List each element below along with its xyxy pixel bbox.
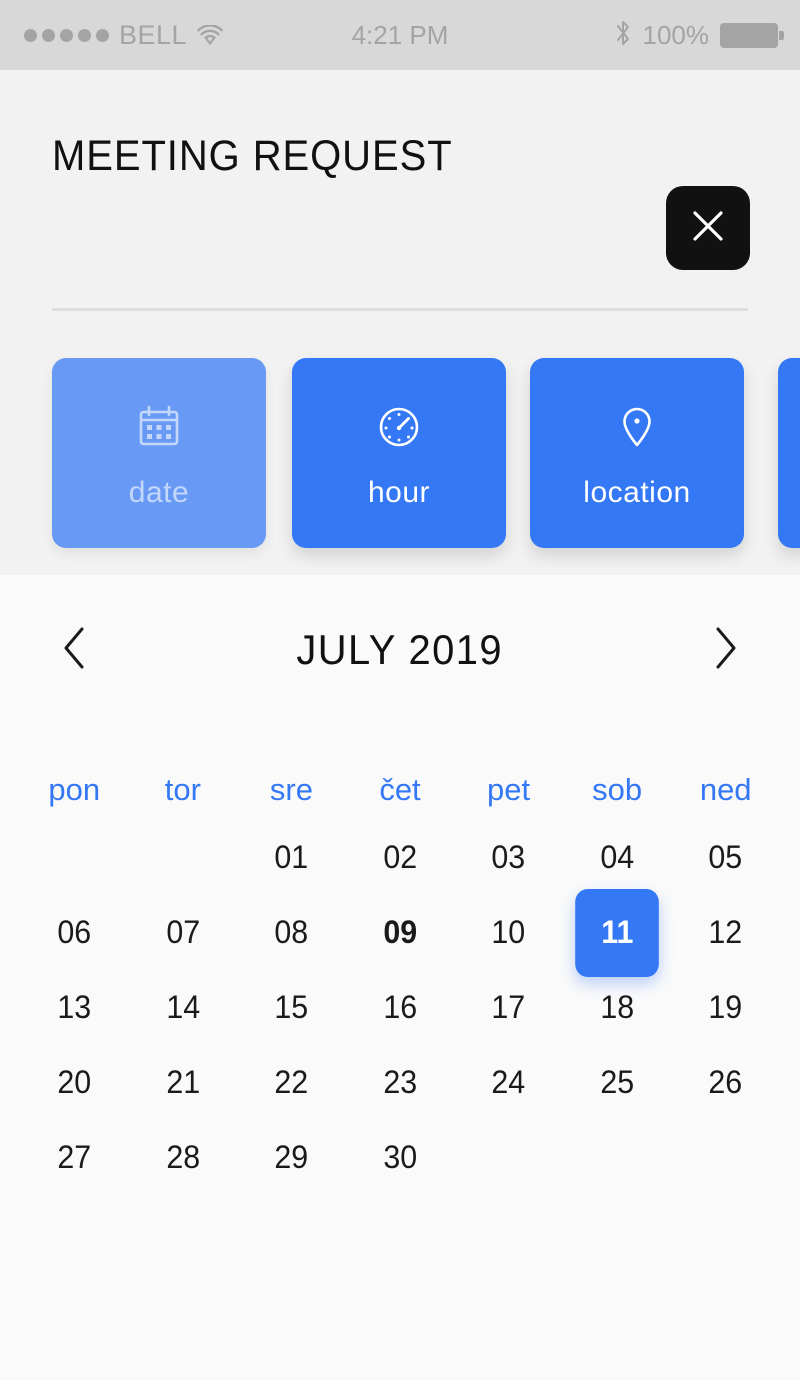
calendar-day[interactable]: 10 [457, 895, 560, 970]
calendar-day[interactable]: 17 [457, 970, 560, 1045]
calendar-day[interactable]: 04 [566, 820, 669, 895]
calendar-day[interactable]: 25 [566, 1045, 669, 1120]
status-bar-right: 100% [614, 18, 784, 53]
calendar-day[interactable]: 22 [240, 1045, 343, 1120]
calendar-day[interactable]: 01 [240, 820, 343, 895]
weekday-header: pet [487, 772, 531, 807]
close-icon [688, 206, 728, 251]
next-month-button[interactable] [680, 605, 770, 695]
calendar-day[interactable]: 07 [131, 895, 234, 970]
calendar-day[interactable]: 08 [240, 895, 343, 970]
card-hour-label: hour [367, 476, 431, 509]
card-location[interactable]: location [530, 358, 744, 548]
calendar-day[interactable]: 26 [674, 1045, 777, 1120]
calendar-day-empty [23, 820, 126, 895]
bluetooth-icon [614, 18, 632, 53]
calendar-day[interactable]: 27 [23, 1120, 126, 1195]
calendar-day[interactable]: 13 [23, 970, 126, 1045]
header-panel: MEETING REQUEST date hour location [0, 70, 800, 588]
calendar-day[interactable]: 12 [674, 895, 777, 970]
map-pin-icon [612, 396, 662, 452]
weekday-header: sob [592, 772, 643, 807]
calendar-day-selected[interactable]: 11 [566, 888, 669, 977]
calendar-day[interactable]: 15 [240, 970, 343, 1045]
card-hour[interactable]: hour [292, 358, 506, 548]
card-date-label: date [128, 476, 190, 509]
weekday-header: tor [164, 772, 201, 807]
calendar-icon [134, 396, 184, 452]
calendar-day[interactable]: 29 [240, 1120, 343, 1195]
calendar-day[interactable]: 14 [131, 970, 234, 1045]
status-bar: BELL 4:21 PM 100% [0, 0, 800, 70]
calendar-day[interactable]: 09 [348, 895, 451, 970]
calendar-day[interactable]: 05 [674, 820, 777, 895]
app-screen: BELL 4:21 PM 100% MEETING REQUEST date h… [0, 0, 800, 1380]
calendar-day[interactable]: 20 [23, 1045, 126, 1120]
calendar-day[interactable]: 16 [348, 970, 451, 1045]
category-carousel[interactable]: date hour location [0, 288, 800, 548]
weekday-header: pon [48, 772, 101, 807]
weekday-header: ned [699, 772, 752, 807]
calendar-day[interactable]: 06 [23, 895, 126, 970]
chevron-right-icon [708, 623, 742, 678]
calendar-day[interactable]: 03 [457, 820, 560, 895]
calendar-day[interactable]: 21 [131, 1045, 234, 1120]
weekday-header: čet [379, 772, 421, 807]
calendar-grid[interactable]: pon tor sre čet pet sob ned 01 02 03 04 05 06 07 08 09 1… [20, 760, 780, 1195]
page-title: MEETING REQUEST [52, 132, 453, 180]
card-location-label: location [583, 476, 691, 509]
card-next-partial[interactable] [778, 358, 800, 548]
calendar-day[interactable]: 30 [348, 1120, 451, 1195]
calendar-panel: JULY 2019 pon tor sre čet pet sob ned 01 02 03 04 0… [0, 575, 800, 1380]
calendar-day[interactable]: 19 [674, 970, 777, 1045]
calendar-day[interactable]: 02 [348, 820, 451, 895]
calendar-month-label: JULY 2019 [296, 626, 504, 673]
calendar-day[interactable]: 23 [348, 1045, 451, 1120]
calendar-day[interactable]: 18 [566, 970, 669, 1045]
calendar-day[interactable]: 28 [131, 1120, 234, 1195]
battery-full-icon [720, 22, 784, 48]
calendar-day-empty [131, 820, 234, 895]
card-date[interactable]: date [52, 358, 266, 548]
battery-percent-label: 100% [642, 19, 710, 50]
close-button[interactable] [666, 186, 750, 270]
speedometer-icon [374, 396, 424, 452]
weekday-header: sre [269, 772, 313, 807]
calendar-day[interactable]: 24 [457, 1045, 560, 1120]
